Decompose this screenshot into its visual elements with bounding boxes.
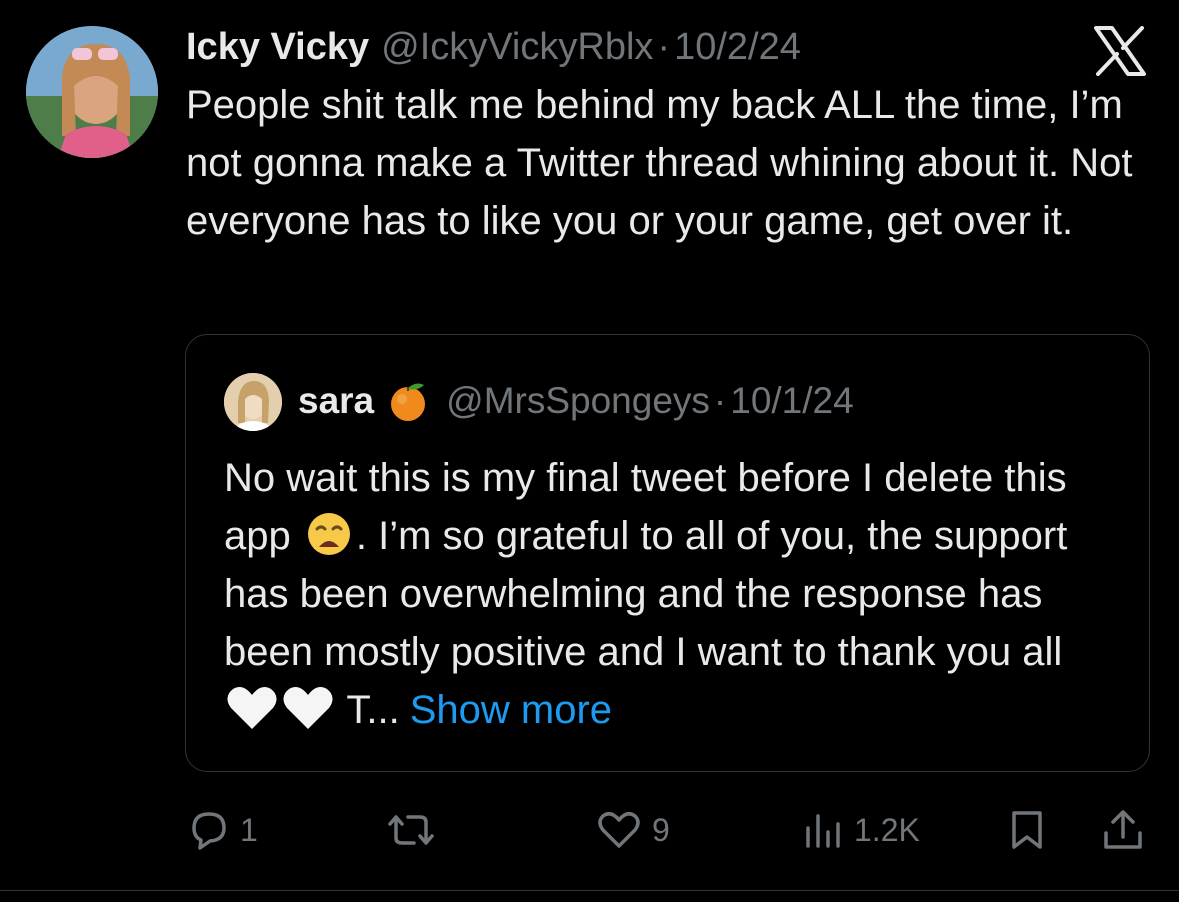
white-heart-emoji [281, 683, 335, 733]
quoted-header: sara @MrsSpongeys · 10/1/24 [298, 375, 854, 427]
tweet-header: Icky Vicky @IckyVickyRblx · 10/2/24 [186, 22, 801, 72]
tweet-date[interactable]: 10/2/24 [674, 22, 801, 72]
separator-dot: · [657, 26, 671, 68]
tweet[interactable]: Icky Vicky @IckyVickyRblx · 10/2/24 Peop… [0, 0, 1179, 902]
quoted-author-handle[interactable]: @MrsSpongeys [446, 380, 710, 422]
separator-dot: · [713, 380, 727, 421]
repost-icon [384, 808, 438, 852]
author-handle[interactable]: @IckyVickyRblx [381, 22, 653, 72]
quoted-tweet[interactable]: sara @MrsSpongeys · 10/1/24 No wait this… [185, 334, 1150, 772]
reply-count: 1 [240, 811, 258, 848]
white-heart-emoji [225, 683, 279, 733]
bookmark-button[interactable] [1006, 800, 1048, 860]
reply-icon [186, 808, 232, 852]
views-count: 1.2K [854, 811, 920, 848]
divider [0, 890, 1179, 891]
avatar[interactable] [26, 26, 158, 158]
like-count: 9 [652, 811, 670, 848]
x-logo-icon [1092, 26, 1148, 76]
weary-face-emoji [306, 511, 352, 557]
repost-button[interactable] [384, 800, 446, 860]
views-button[interactable]: 1.2K [800, 800, 920, 860]
quoted-text: No wait this is my final tweet before I … [224, 449, 1124, 739]
action-bar: 1 9 1.2K [0, 800, 1179, 860]
quoted-avatar[interactable] [224, 373, 282, 431]
share-icon [1100, 807, 1146, 853]
author-name[interactable]: Icky Vicky [186, 22, 369, 72]
heart-icon [594, 808, 644, 852]
quoted-text-part3: T... [346, 688, 400, 732]
reply-button[interactable]: 1 [186, 800, 258, 860]
views-icon [800, 808, 846, 852]
bookmark-icon [1006, 807, 1048, 853]
like-button[interactable]: 9 [594, 800, 670, 860]
show-more-link[interactable]: Show more [410, 688, 612, 732]
tweet-text: People shit talk me behind my back ALL t… [186, 83, 1133, 243]
tangerine-emoji [386, 379, 430, 423]
quoted-date[interactable]: 10/1/24 [730, 380, 853, 422]
quoted-author-name[interactable]: sara [298, 380, 374, 422]
share-button[interactable] [1100, 800, 1146, 860]
